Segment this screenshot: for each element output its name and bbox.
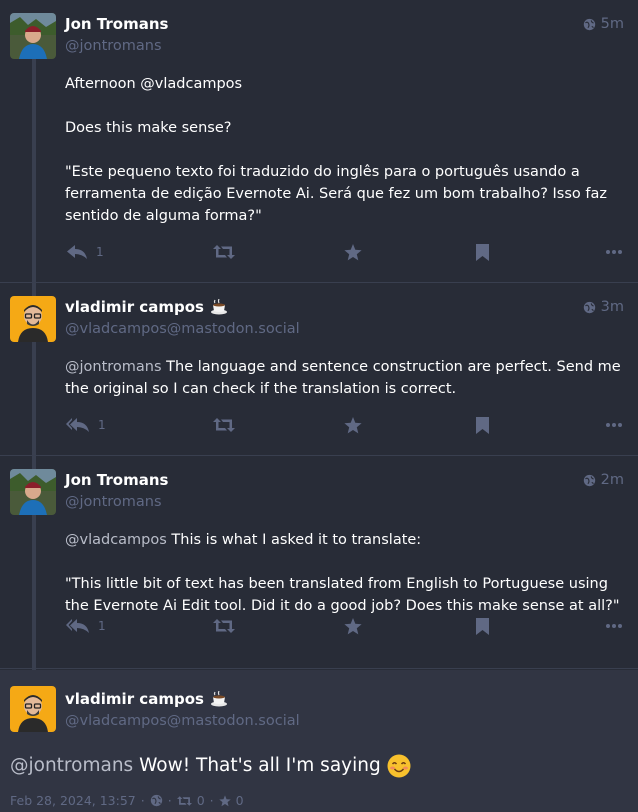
status-content: @jontromans The language and sentence co…: [65, 356, 624, 400]
reply-count: 1: [96, 245, 104, 259]
status-header: Jon Tromans @jontromans: [65, 13, 624, 57]
globe-icon: [150, 794, 162, 807]
status-footer: Feb 28, 2024, 13:57 · · 0 · 0: [10, 793, 244, 808]
more-button[interactable]: [606, 250, 622, 254]
account-handle[interactable]: @vladcampos@mastodon.social: [65, 318, 624, 340]
bookmark-icon: [476, 243, 489, 261]
status-header: vladimir campos @vladcampos@mastodon.soc…: [65, 296, 624, 340]
reply-all-icon: [66, 418, 89, 432]
display-name[interactable]: vladimir campos: [65, 296, 624, 318]
ellipsis-icon: [606, 250, 622, 254]
status-item[interactable]: Jon Tromans @jontromans 2m @vladcampos T…: [0, 456, 638, 669]
reply-count: 1: [98, 418, 106, 432]
mention-link[interactable]: @vladcampos: [65, 532, 167, 548]
reply-all-icon: [66, 619, 89, 633]
reply-all-button[interactable]: 1: [66, 618, 106, 634]
more-button[interactable]: [606, 624, 622, 628]
status-item[interactable]: vladimir campos @vladcampos@mastodon.soc…: [0, 283, 638, 456]
avatar[interactable]: [10, 13, 56, 59]
more-button[interactable]: [606, 423, 622, 427]
favourite-button[interactable]: [344, 416, 362, 434]
ellipsis-icon: [606, 624, 622, 628]
status-time[interactable]: 5m: [583, 16, 624, 32]
retweet-icon: [176, 795, 192, 806]
status-content: @vladcampos This is what I asked it to t…: [65, 529, 624, 617]
globe-icon: [583, 18, 595, 30]
globe-icon: [583, 474, 595, 486]
retweet-icon: [213, 245, 235, 259]
status-header: Jon Tromans @jontromans: [65, 469, 624, 513]
status-date[interactable]: Feb 28, 2024, 13:57: [10, 793, 136, 808]
boost-button[interactable]: [213, 418, 235, 432]
status-content: @jontromans Wow! That's all I'm saying: [10, 753, 628, 779]
avatar[interactable]: [10, 296, 56, 342]
display-name[interactable]: Jon Tromans: [65, 13, 624, 35]
display-name[interactable]: vladimir campos: [65, 688, 628, 710]
coffee-icon: [210, 691, 227, 707]
smiling-face-icon: [387, 754, 411, 778]
account-handle[interactable]: @jontromans: [65, 491, 624, 513]
reply-button[interactable]: 1: [66, 244, 104, 260]
favourite-count[interactable]: 0: [236, 793, 244, 808]
mention-link[interactable]: @jontromans: [65, 359, 162, 375]
status-header: vladimir campos @vladcampos@mastodon.soc…: [65, 688, 628, 732]
status-actions: 1: [66, 614, 624, 638]
status-paragraph: Afternoon @vladcampos: [65, 76, 243, 92]
status-content: Afternoon @vladcampos Does this make sen…: [65, 73, 624, 227]
star-icon: [218, 794, 231, 806]
focused-status[interactable]: vladimir campos @vladcampos@mastodon.soc…: [0, 670, 638, 812]
status-paragraph: "Este pequeno texto foi traduzido do ing…: [65, 164, 608, 224]
bookmark-button[interactable]: [476, 416, 489, 434]
coffee-icon: [210, 299, 227, 315]
star-icon: [344, 243, 362, 260]
bookmark-button[interactable]: [476, 243, 489, 261]
status-paragraph: Does this make sense?: [65, 120, 232, 136]
bookmark-button[interactable]: [476, 617, 489, 635]
status-paragraph: @vladcampos This is what I asked it to t…: [65, 532, 422, 548]
status-time[interactable]: 3m: [583, 299, 624, 315]
mention-link[interactable]: @jontromans: [10, 753, 133, 779]
status-item[interactable]: Jon Tromans @jontromans 5m Afternoon @vl…: [0, 0, 638, 283]
reply-all-button[interactable]: 1: [66, 417, 106, 433]
retweet-icon: [213, 619, 235, 633]
boost-button[interactable]: [213, 245, 235, 259]
avatar[interactable]: [10, 686, 56, 732]
avatar[interactable]: [10, 469, 56, 515]
globe-icon: [583, 301, 595, 313]
display-name[interactable]: Jon Tromans: [65, 469, 624, 491]
bookmark-icon: [476, 416, 489, 434]
boost-count[interactable]: 0: [197, 793, 205, 808]
favourite-button[interactable]: [344, 243, 362, 261]
star-icon: [344, 617, 362, 634]
reply-count: 1: [98, 619, 106, 633]
status-time[interactable]: 2m: [583, 472, 624, 488]
status-actions: 1: [66, 240, 624, 264]
boost-button[interactable]: [213, 619, 235, 633]
status-actions: 1: [66, 413, 624, 437]
status-paragraph: @jontromans The language and sentence co…: [65, 359, 621, 397]
favourite-button[interactable]: [344, 617, 362, 635]
account-handle[interactable]: @jontromans: [65, 35, 624, 57]
star-icon: [344, 416, 362, 433]
ellipsis-icon: [606, 423, 622, 427]
retweet-icon: [213, 418, 235, 432]
account-handle[interactable]: @vladcampos@mastodon.social: [65, 710, 628, 732]
reply-icon: [67, 245, 87, 259]
bookmark-icon: [476, 617, 489, 635]
status-paragraph: "This little bit of text has been transl…: [65, 576, 620, 614]
